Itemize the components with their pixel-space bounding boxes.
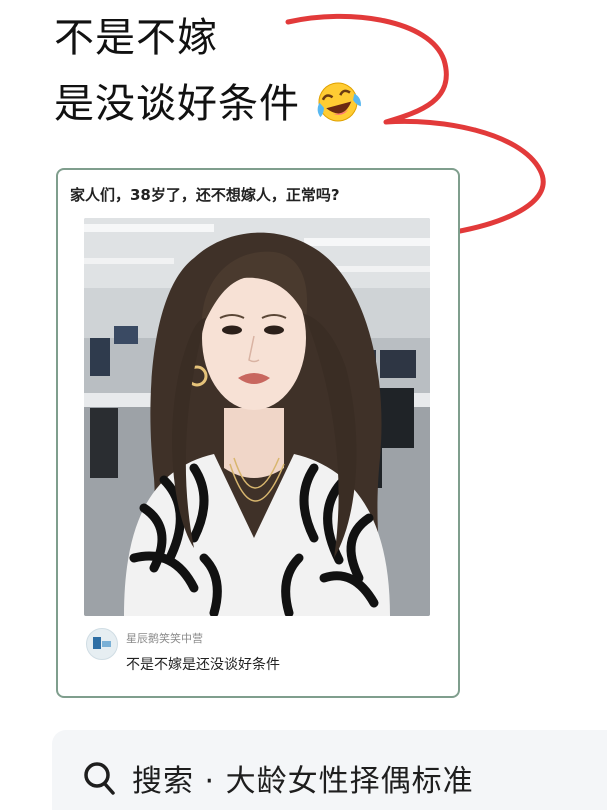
headline-line-1: 不是不嫁 <box>54 15 218 61</box>
portrait-photo[interactable] <box>84 218 430 616</box>
post-question: 家人们，38岁了，还不想嫁人，正常吗? <box>70 186 340 204</box>
search-bar[interactable]: 搜索 · 大龄女性择偶标准 <box>52 730 607 810</box>
headline-line-2: 是没谈好条件 <box>54 81 300 127</box>
post-card[interactable]: 家人们，38岁了，还不想嫁人，正常吗? 星辰鹅笑笑中营 不是不嫁是还没谈好条件 <box>56 168 460 698</box>
search-query[interactable]: 搜索 · 大龄女性择偶标准 <box>132 756 474 800</box>
comment-text: 不是不嫁是还没谈好条件 <box>126 657 280 673</box>
laughing-crying-emoji-icon <box>317 82 361 122</box>
commenter-username[interactable]: 星辰鹅笑笑中营 <box>126 630 203 646</box>
search-icon[interactable] <box>82 760 116 796</box>
commenter-avatar[interactable] <box>86 628 118 660</box>
